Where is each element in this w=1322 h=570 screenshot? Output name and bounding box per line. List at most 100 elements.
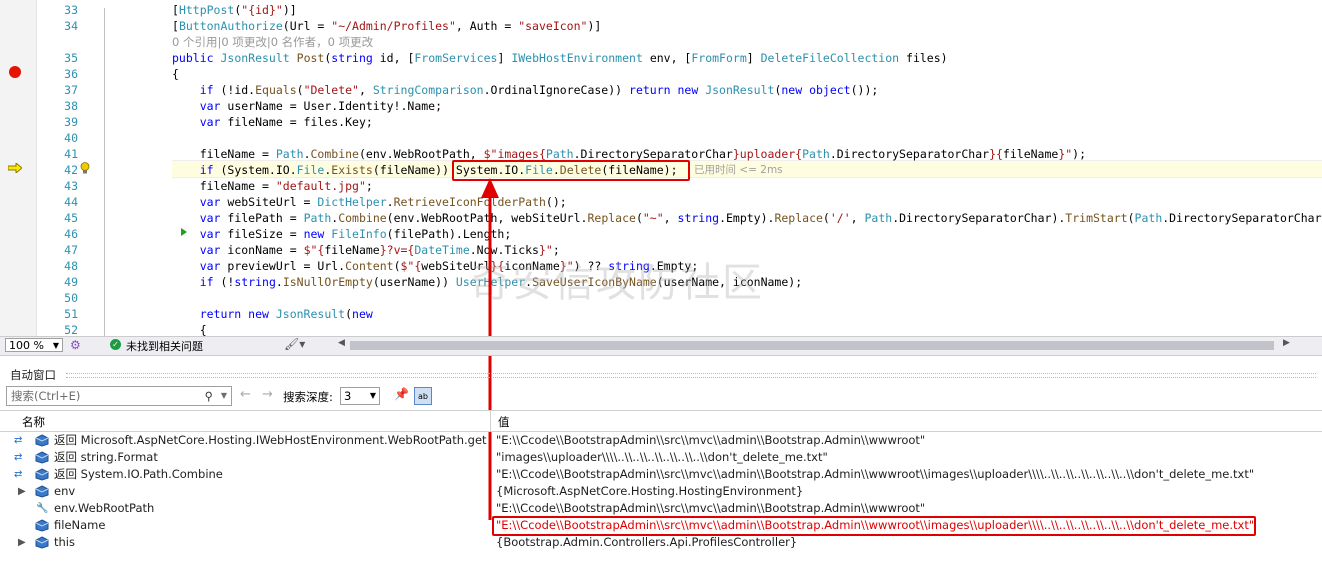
autos-row[interactable]: ⇄ 返回 Microsoft.AspNetCore.Hosting.IWebHos… [0,432,1322,449]
code-token: .DirectorySeparatorChar [829,147,990,161]
code-token: (!id. [220,83,256,97]
autos-row[interactable]: ⇄ 返回 string.Format "images\\uploader\\\\..… [0,449,1322,466]
column-header-name[interactable]: 名称 [22,414,45,430]
code-token: ( [393,259,401,273]
code-line[interactable]: 34 [ButtonAuthorize(Url = "~/Admin/Profil… [0,18,1322,34]
code-line[interactable]: 40 [0,130,1322,146]
code-line[interactable]: 47 var iconName = $"{fileName}?v={DateTi… [0,242,1322,258]
editor-status-strip: 100 % ▼ ⚙ ✓ 未找到相关问题 🖌▾ ◀ ▶ [0,336,1322,356]
code-line[interactable]: 35 public JsonResult Post(string id, [Fro… [0,50,1322,66]
code-line[interactable]: 48 var previewUrl = Url.Content($"{webSi… [0,258,1322,274]
code-text: if (!string.IsNullOrEmpty(userName)) Use… [172,274,802,290]
code-line[interactable]: 50 [0,290,1322,306]
scroll-left-icon[interactable]: ◀ [338,338,345,348]
field-icon [35,536,49,549]
field-icon [35,519,49,532]
search-dropdown-icon[interactable]: ▼ [221,387,227,405]
code-token: '/' [829,211,851,225]
issues-status[interactable]: 未找到相关问题 [126,338,203,354]
code-token: . [275,275,283,289]
code-token: env, [ [642,51,692,65]
line-number: 45 [64,211,78,225]
code-token: ButtonAuthorize [178,19,283,33]
variable-value[interactable]: {Microsoft.AspNetCore.Hosting.HostingEnv… [496,483,803,500]
search-icon[interactable]: ⚲ [205,387,213,405]
run-to-cursor-icon[interactable] [180,228,188,236]
copilot-icon[interactable]: ⚙ [70,338,81,352]
brush-icon[interactable]: 🖌▾ [284,337,305,351]
code-token: (filePath).Length; [386,227,512,241]
code-token: ()); [850,83,879,97]
code-token: (userName)) [372,275,456,289]
autos-toolbar: 搜索(Ctrl+E) ⚲ ▼ ← → 搜索深度: 3 ▼ 📌 ab [0,385,1322,409]
code-token: RetrieveIconFolderPath [393,195,546,209]
code-line[interactable]: 36 { [0,66,1322,82]
code-token: fileName [324,243,380,257]
code-token: "~" [642,211,664,225]
code-token: .DirectorySeparatorChar). [892,211,1066,225]
code-line[interactable]: 45 var filePath = Path.Combine(env.WebRo… [0,210,1322,226]
code-token: $"{ [400,259,422,273]
code-text: return new JsonResult(new [172,306,373,322]
line-number: 37 [64,83,78,97]
variable-value[interactable]: "E:\\Ccode\\BootstrapAdmin\\src\\mvc\\ad… [496,432,925,449]
line-number: 44 [64,195,78,209]
codelens-text[interactable]: 0 个引用|0 项更改|0 名作者，0 项更改 [172,35,373,49]
code-line[interactable]: 52 { [0,322,1322,336]
code-token: ; [365,179,373,193]
code-token: return new [629,83,706,97]
zoom-dropdown[interactable]: 100 % ▼ [5,338,63,352]
autos-row[interactable]: ▶ env {Microsoft.AspNetCore.Hosting.Hostin… [0,483,1322,500]
variable-name: 返回 Microsoft.AspNetCore.Hosting.IWebHost… [54,433,487,447]
autos-row[interactable]: 🔧 env.WebRootPath "E:\\Ccode\\BootstrapAdm… [0,500,1322,517]
horizontal-scrollbar[interactable] [350,341,1274,350]
forward-arrow-icon[interactable]: → [262,387,273,402]
code-token: (env.WebRootPath, webSiteUrl. [386,211,588,225]
variable-value[interactable]: "E:\\Ccode\\BootstrapAdmin\\src\\mvc\\ad… [496,466,1254,483]
code-token: Path [545,147,574,161]
code-line[interactable]: 33 [HttpPost("{id}")] [0,2,1322,18]
pin-icon[interactable]: 📌 [394,387,409,401]
code-token: DateTime [414,243,470,257]
code-token: var [172,211,228,225]
autos-row[interactable]: ▶ this {Bootstrap.Admin.Controllers.Api.Pr… [0,534,1322,551]
code-token: .Empty; [649,259,699,273]
hex-view-icon[interactable]: ab [414,387,432,405]
code-token: filePath = [227,211,304,225]
code-token: , [663,211,678,225]
search-input[interactable]: 搜索(Ctrl+E) ⚲ ▼ [6,386,232,406]
expand-icon[interactable]: ▶ [18,534,26,551]
variable-value[interactable]: {Bootstrap.Admin.Controllers.Api.Profile… [496,534,797,551]
chevron-down-icon: ▼ [369,391,376,400]
code-line[interactable]: 39 var fileName = files.Key; [0,114,1322,130]
back-arrow-icon[interactable]: ← [240,387,251,402]
code-line[interactable]: 37 if (!id.Equals("Delete", StringCompar… [0,82,1322,98]
breakpoint-icon[interactable] [9,66,21,78]
code-token: (Url = [282,19,332,33]
expand-icon[interactable]: ▶ [18,483,26,500]
column-header-value[interactable]: 值 [498,414,510,430]
code-editor[interactable]: 33 [HttpPost("{id}")] 34 [ButtonAuthorize(U… [0,0,1322,336]
autos-row[interactable]: ⇄ 返回 System.IO.Path.Combine "E:\\Ccode\\Bo… [0,466,1322,483]
code-line[interactable]: 44 var webSiteUrl = DictHelper.RetrieveI… [0,194,1322,210]
code-token: var [172,99,228,113]
line-number: 52 [64,323,78,336]
search-depth-dropdown[interactable]: 3 ▼ [340,387,380,405]
code-token: }uploader{ [732,147,803,161]
code-token: ( [296,83,304,97]
code-token: IsNullOrEmpty [282,275,373,289]
code-line[interactable]: 49 if (!string.IsNullOrEmpty(userName)) … [0,274,1322,290]
code-line[interactable]: 0 个引用|0 项更改|0 名作者，0 项更改 [0,34,1322,50]
code-token: }" [559,259,574,273]
variable-value[interactable]: "E:\\Ccode\\BootstrapAdmin\\src\\mvc\\ad… [496,500,925,517]
variable-value[interactable]: "images\\uploader\\\\..\\..\\..\\..\\..\… [496,449,828,466]
autos-row[interactable]: fileName "E:\\Ccode\\BootstrapAdmin\\src\… [0,516,1322,536]
scroll-right-icon[interactable]: ▶ [1283,338,1290,348]
code-line[interactable]: 38 var userName = User.Identity!.Name; [0,98,1322,114]
code-line[interactable]: 51 return new JsonResult(new [0,306,1322,322]
autos-title-bar[interactable]: 自动窗口 [0,364,1322,384]
lightbulb-icon[interactable] [80,162,90,174]
current-statement-arrow-icon[interactable] [8,163,22,173]
code-line[interactable]: 46 var fileSize = new FileInfo(filePath)… [0,226,1322,242]
code-token: { [172,67,179,81]
